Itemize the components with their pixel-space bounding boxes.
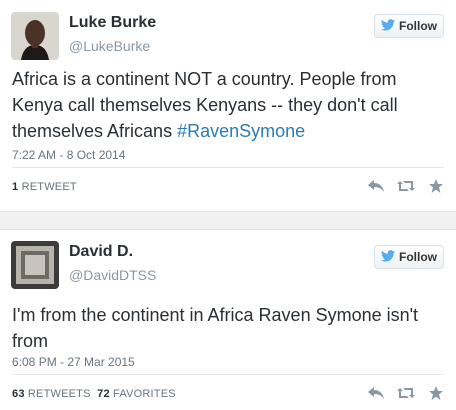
divider [12,167,444,168]
retweet-icon[interactable] [396,177,416,195]
tweet-text: I'm from the continent in Africa Raven S… [12,302,448,354]
follow-button[interactable]: Follow [374,14,444,38]
tweet-stats: 1 RETWEET [12,181,77,193]
tweet-actions [366,177,446,195]
tweet-text-body: I'm from the continent in Africa Raven S… [12,305,419,351]
tweet-timestamp[interactable]: 6:08 PM - 27 Mar 2015 [12,355,135,369]
twitter-bird-icon [381,18,395,34]
reply-icon[interactable] [366,384,386,402]
retweet-count-label[interactable]: RETWEET [22,181,77,193]
twitter-bird-icon [381,249,395,265]
tweet-card: David D. @DavidDTSS Follow I'm from the … [0,229,456,410]
retweet-count[interactable]: 1 [12,181,18,193]
follow-label: Follow [399,19,437,33]
tweet-timestamp[interactable]: 7:22 AM - 8 Oct 2014 [12,148,125,162]
user-display-name[interactable]: David D. [69,243,133,261]
avatar[interactable] [11,241,59,289]
tweet-card: Luke Burke @LukeBurke Follow Africa is a… [0,0,456,212]
tweet-text: Africa is a continent NOT a country. Peo… [12,66,448,144]
retweet-count[interactable]: 63 [12,388,25,400]
retweet-icon[interactable] [396,384,416,402]
follow-button[interactable]: Follow [374,245,444,269]
favorite-star-icon[interactable] [426,177,446,195]
user-handle[interactable]: @LukeBurke [69,38,150,54]
favorite-count-label[interactable]: FAVORITES [113,388,176,400]
favorite-star-icon[interactable] [426,384,446,402]
hashtag-link[interactable]: #RavenSymone [177,121,305,141]
divider [12,374,444,375]
favorite-count[interactable]: 72 [97,388,110,400]
user-handle[interactable]: @DavidDTSS [69,267,156,283]
follow-label: Follow [399,250,437,264]
reply-icon[interactable] [366,177,386,195]
avatar[interactable] [11,12,59,60]
tweet-actions [366,384,446,402]
user-display-name[interactable]: Luke Burke [69,14,156,32]
tweet-stats: 63 RETWEETS 72 FAVORITES [12,388,176,400]
retweet-count-label[interactable]: RETWEETS [28,388,91,400]
